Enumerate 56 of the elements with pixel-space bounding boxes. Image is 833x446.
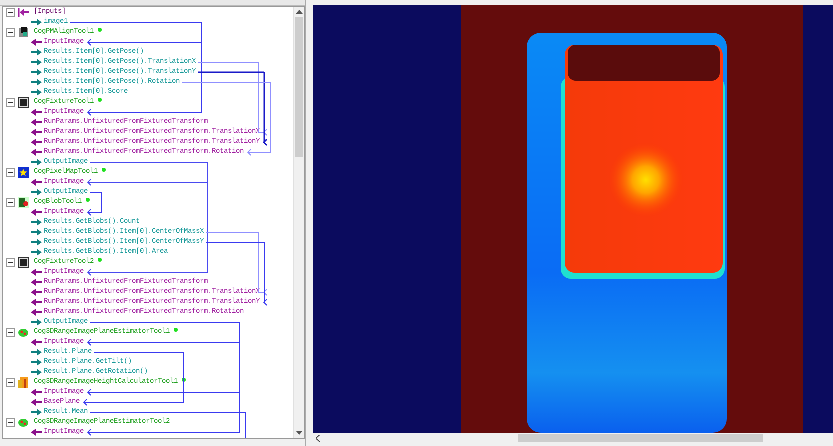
right-arrow-icon: [31, 238, 42, 246]
left-arrow-icon: [31, 298, 42, 306]
right-arrow-icon: [31, 188, 42, 196]
right-arrow-icon: [31, 358, 42, 366]
expander-minus-icon[interactable]: [6, 258, 15, 266]
left-arrow-icon: [31, 38, 42, 46]
inputs-arrow-icon: [18, 8, 29, 16]
expander-minus-icon[interactable]: [6, 418, 15, 426]
left-arrow-icon: [31, 428, 42, 436]
left-arrow-icon: [31, 288, 42, 296]
scroll-left-button[interactable]: [313, 433, 323, 443]
right-arrow-icon: [31, 348, 42, 356]
tool-icon: [18, 326, 29, 338]
expander-minus-icon[interactable]: [6, 98, 15, 106]
expander-minus-icon[interactable]: [6, 198, 15, 206]
expander-minus-icon[interactable]: [6, 168, 15, 176]
left-arrow-icon: [31, 338, 42, 346]
left-arrow-icon: [31, 398, 42, 406]
left-arrow-icon: [31, 138, 42, 146]
vertical-scrollbar[interactable]: [293, 7, 304, 438]
right-arrow-icon: [31, 158, 42, 166]
right-arrow-icon: [31, 248, 42, 256]
tool-icon: [18, 96, 29, 108]
tool-icon: [18, 166, 29, 178]
tool-icon: [18, 416, 29, 428]
left-arrow-icon: [31, 268, 42, 276]
expander-minus-icon[interactable]: [6, 328, 15, 336]
tool-icon: [18, 376, 29, 388]
scrollbar-thumb[interactable]: [295, 17, 303, 157]
scrollbar-thumb[interactable]: [518, 434, 763, 442]
left-arrow-icon: [31, 118, 42, 126]
left-arrow-icon: [31, 128, 42, 136]
right-arrow-icon: [31, 18, 42, 26]
expander-minus-icon[interactable]: [6, 28, 15, 36]
right-arrow-icon: [31, 48, 42, 56]
right-arrow-icon: [31, 78, 42, 86]
tool-icon: [18, 26, 29, 38]
right-arrow-icon: [31, 68, 42, 76]
tool-icon: [18, 256, 29, 268]
right-arrow-icon: [31, 368, 42, 376]
right-arrow-icon: [31, 88, 42, 96]
expander-minus-icon[interactable]: [6, 378, 15, 386]
left-arrow-icon: [31, 388, 42, 396]
tool-icon: [18, 196, 29, 208]
right-arrow-icon: [31, 218, 42, 226]
right-arrow-icon: [31, 318, 42, 326]
left-arrow-icon: [31, 308, 42, 316]
left-arrow-icon: [31, 278, 42, 286]
left-arrow-icon: [31, 148, 42, 156]
left-arrow-icon: [31, 208, 42, 216]
expander-minus-icon[interactable]: [6, 8, 15, 16]
right-arrow-icon: [31, 228, 42, 236]
left-arrow-icon: [31, 178, 42, 186]
right-arrow-icon: [31, 58, 42, 66]
right-arrow-icon: [31, 408, 42, 416]
left-arrow-icon: [31, 108, 42, 116]
